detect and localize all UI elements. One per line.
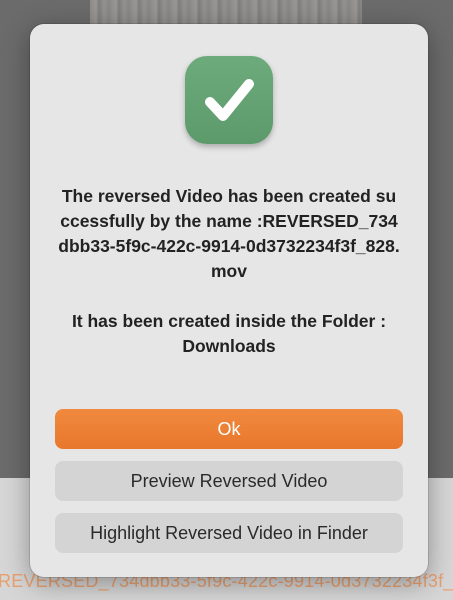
preview-reversed-video-button[interactable]: Preview Reversed Video	[55, 461, 403, 501]
success-alert-dialog: The reversed Video has been created succ…	[30, 24, 428, 577]
alert-message-folder: It has been created inside the Folder : …	[71, 311, 387, 356]
alert-message-created: The reversed Video has been created succ…	[58, 186, 400, 281]
alert-message: The reversed Video has been created succ…	[58, 184, 400, 359]
ok-button[interactable]: Ok	[55, 409, 403, 449]
checkmark-icon	[185, 56, 273, 144]
highlight-in-finder-button[interactable]: Highlight Reversed Video in Finder	[55, 513, 403, 553]
